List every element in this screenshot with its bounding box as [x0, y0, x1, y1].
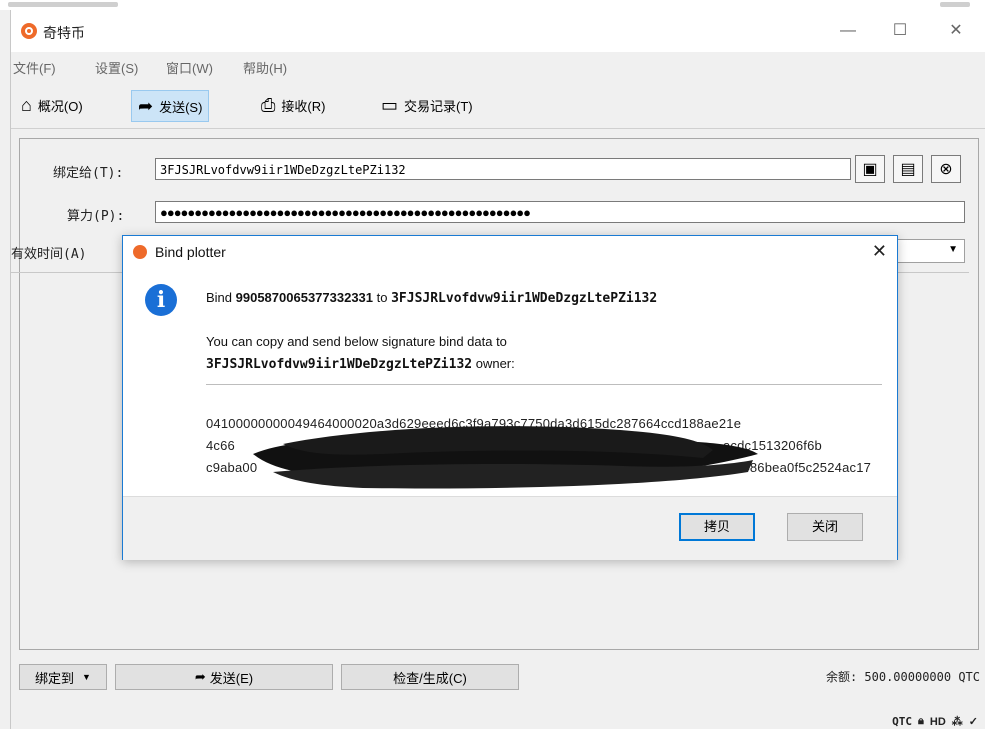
- dialog-footer: 拷贝 关闭: [123, 496, 897, 560]
- plotter-id: 9905870065377332331: [235, 290, 374, 305]
- tab-overview-label: 概况(O): [37, 98, 83, 114]
- lock-icon: 🔒︎: [918, 715, 924, 727]
- bind-to-dropdown[interactable]: 绑定到 ▼: [19, 664, 107, 690]
- tab-transactions[interactable]: ▭ 交易记录(T): [375, 90, 479, 120]
- tab-send[interactable]: ➦ 发送(S): [131, 90, 210, 122]
- bind-to-dropdown-label: 绑定到: [35, 670, 75, 686]
- send-arrow-icon: ➦: [138, 95, 154, 116]
- power-password-input[interactable]: ●●●●●●●●●●●●●●●●●●●●●●●●●●●●●●●●●●●●●●●●…: [155, 201, 965, 223]
- menu-help[interactable]: 帮助(H): [243, 58, 287, 77]
- toolbar: ⌂ 概况(O) ➦ 发送(S) ⎙ 接收(R) ▭ 交易记录(T): [11, 84, 985, 129]
- app-logo-icon: [21, 23, 37, 39]
- chevron-down-icon: ▼: [948, 244, 958, 255]
- menu-settings[interactable]: 设置(S): [95, 58, 138, 77]
- paste-button[interactable]: ▤: [893, 155, 923, 183]
- bind-message-prefix: Bind: [206, 290, 236, 305]
- card-icon: ▭: [381, 94, 399, 115]
- bind-message: Bind 9905870065377332331 to 3FJSJRLvofdv…: [206, 290, 657, 306]
- minimize-button[interactable]: —: [833, 20, 863, 42]
- power-label: 算力(P):: [67, 209, 125, 224]
- tab-receive-label: 接收(R): [281, 98, 326, 114]
- dialog-separator: [206, 384, 882, 385]
- copy-button[interactable]: 拷贝: [679, 513, 755, 541]
- dialog-title: Bind plotter: [155, 244, 226, 260]
- network-icon: ⁂: [951, 716, 963, 728]
- validity-label: 有效时间(A): [11, 247, 87, 262]
- send-button[interactable]: ➦ 发送(E): [115, 664, 333, 690]
- owner-address: 3FJSJRLvofdvw9iir1WDeDzgzLtePZi132: [206, 357, 473, 372]
- window-title: 奇特币: [43, 25, 85, 41]
- dialog-title-bar: Bind plotter ✕: [123, 236, 897, 268]
- bind-plotter-dialog: Bind plotter ✕ i Bind 990587006537733233…: [122, 235, 898, 560]
- check-generate-label: 检查/生成(C): [393, 670, 467, 686]
- bind-to-label: 绑定给(T):: [53, 166, 124, 181]
- tab-transactions-label: 交易记录(T): [404, 98, 473, 114]
- status-hd: HD: [929, 715, 946, 728]
- redaction-scribble: [253, 426, 758, 489]
- copy-instruction: You can copy and send below signature bi…: [206, 334, 507, 349]
- bind-address: 3FJSJRLvofdvw9iir1WDeDzgzLtePZi132: [391, 291, 658, 306]
- chevron-down-icon: ▼: [82, 672, 91, 682]
- inbox-icon: ⎙: [261, 94, 276, 115]
- owner-line: 3FJSJRLvofdvw9iir1WDeDzgzLtePZi132 owner…: [206, 356, 515, 372]
- tab-overview[interactable]: ⌂ 概况(O): [15, 90, 89, 120]
- home-icon: ⌂: [21, 94, 32, 115]
- menu-window[interactable]: 窗口(W): [166, 58, 213, 77]
- dialog-close-button[interactable]: ✕: [872, 241, 887, 262]
- signature-line-2-start[interactable]: 4c66: [206, 438, 235, 453]
- dialog-close-action-button[interactable]: 关闭: [787, 513, 863, 541]
- clear-button[interactable]: ⊗: [931, 155, 961, 183]
- balance-display: 余额: 500.00000000 QTC: [825, 670, 980, 684]
- tab-send-label: 发送(S): [159, 99, 203, 115]
- send-arrow-icon: ➦: [194, 669, 206, 684]
- status-bar: QTC 🔒︎ HD ⁂ ✓: [892, 715, 978, 728]
- tab-receive[interactable]: ⎙ 接收(R): [255, 90, 331, 120]
- info-icon: i: [145, 284, 177, 316]
- clipboard-icon: ▤: [900, 161, 916, 178]
- address-book-button[interactable]: ▣: [855, 155, 885, 183]
- background-window-strip: [0, 0, 985, 10]
- menu-bar: 文件(F) 设置(S) 窗口(W) 帮助(H): [11, 54, 985, 78]
- owner-suffix: owner:: [472, 356, 515, 371]
- bind-message-mid: to: [373, 290, 392, 305]
- background-window-controls: [940, 2, 970, 7]
- app-logo-icon: [133, 245, 147, 259]
- title-bar: 奇特币 — ☐ ✕: [11, 10, 985, 52]
- check-icon: ✓: [968, 716, 978, 728]
- send-button-label: 发送(E): [209, 670, 254, 686]
- check-generate-button[interactable]: 检查/生成(C): [341, 664, 519, 690]
- address-book-icon: ▣: [862, 161, 878, 178]
- background-window-title: [8, 2, 118, 7]
- validity-dropdown[interactable]: ▼: [891, 239, 965, 263]
- close-button[interactable]: ✕: [941, 20, 971, 42]
- maximize-button[interactable]: ☐: [885, 20, 915, 42]
- menu-file[interactable]: 文件(F): [13, 58, 56, 77]
- bind-to-address-input[interactable]: 3FJSJRLvofdvw9iir1WDeDzgzLtePZi132: [155, 158, 851, 180]
- clear-circle-icon: ⊗: [939, 161, 953, 178]
- status-unit: QTC: [892, 715, 913, 728]
